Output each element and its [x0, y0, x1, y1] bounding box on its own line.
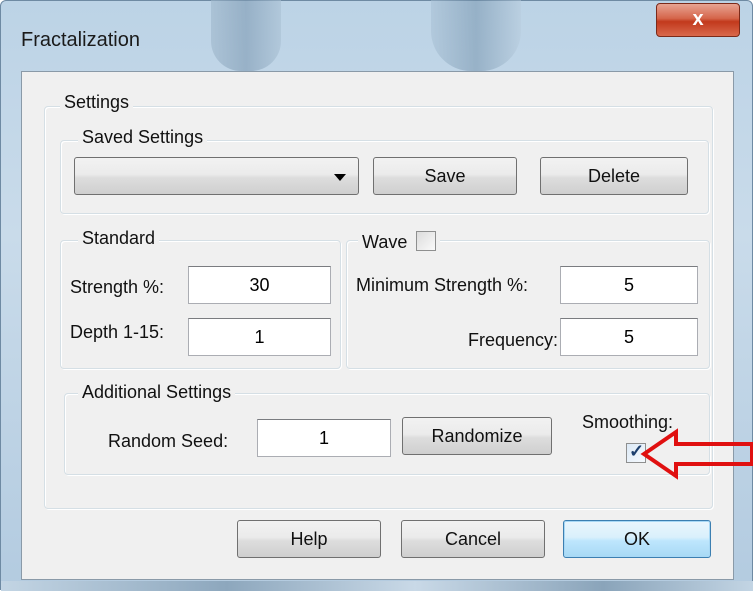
dialog-client-area: Settings Saved Settings Save Delete Stan… — [21, 71, 734, 580]
wave-checkbox[interactable] — [416, 231, 437, 251]
saved-settings-label: Saved Settings — [78, 127, 208, 148]
title-bar-decoration — [211, 0, 281, 71]
saved-settings-dropdown[interactable] — [74, 157, 359, 195]
frequency-label: Frequency: — [468, 330, 559, 350]
min-strength-input[interactable]: 5 — [560, 266, 698, 304]
random-seed-label: Random Seed: — [108, 431, 229, 451]
cancel-button[interactable]: Cancel — [401, 520, 545, 558]
close-button[interactable]: x — [656, 3, 740, 37]
chevron-down-icon — [334, 174, 346, 181]
window-title: Fractalization — [21, 29, 140, 51]
ok-button[interactable]: OK — [563, 520, 711, 558]
standard-group-label: Standard — [78, 228, 160, 249]
randomize-button[interactable]: Randomize — [402, 417, 552, 455]
delete-button[interactable]: Delete — [540, 157, 688, 195]
help-button[interactable]: Help — [237, 520, 381, 558]
random-seed-input[interactable]: 1 — [257, 419, 391, 457]
window-bottom-border — [1, 581, 753, 591]
min-strength-label: Minimum Strength %: — [356, 275, 529, 295]
frequency-input[interactable]: 5 — [560, 318, 698, 356]
annotation-arrow-icon — [640, 428, 753, 480]
strength-input[interactable]: 30 — [188, 266, 331, 304]
title-bar[interactable]: Fractalization x — [1, 0, 753, 71]
dialog-window: Fractalization x Settings Saved Settings… — [0, 0, 753, 591]
depth-input[interactable]: 1 — [188, 318, 331, 356]
settings-group-label: Settings — [60, 92, 134, 113]
wave-group-label: Wave — [358, 228, 441, 253]
close-icon: x — [692, 8, 704, 30]
title-bar-decoration — [431, 0, 521, 71]
strength-label: Strength %: — [70, 277, 165, 297]
additional-settings-label: Additional Settings — [78, 382, 236, 403]
save-button[interactable]: Save — [373, 157, 517, 195]
depth-label: Depth 1-15: — [70, 322, 165, 342]
wave-label: Wave — [362, 232, 408, 252]
